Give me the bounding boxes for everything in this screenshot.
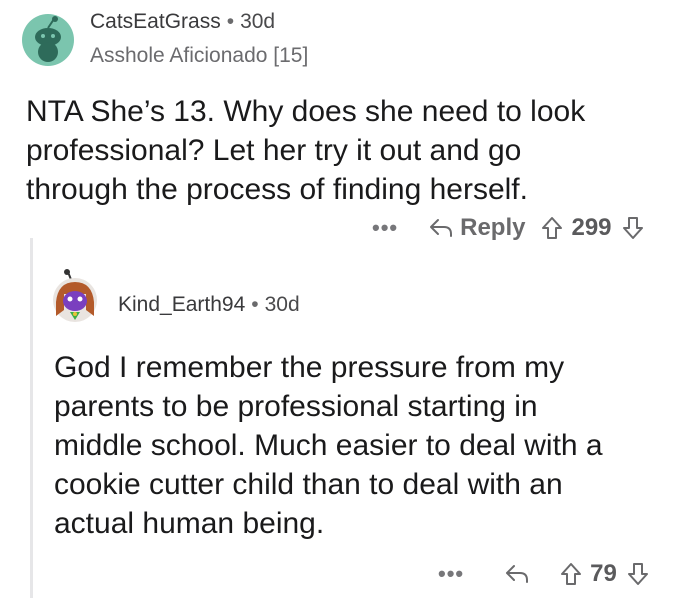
more-options-button[interactable]: ••• — [372, 215, 398, 241]
downvote-icon[interactable] — [622, 216, 644, 240]
reply-icon — [506, 565, 529, 583]
avatar[interactable] — [22, 14, 74, 66]
reply-label: Reply — [460, 214, 526, 241]
reply-avatar[interactable] — [50, 269, 100, 326]
comment-age: 30d — [240, 10, 276, 33]
more-options-button[interactable]: ••• — [438, 561, 464, 587]
reply-button[interactable]: Reply — [428, 214, 525, 242]
comment-actions: ••• Reply 299 — [372, 210, 644, 246]
comment-body: NTA She’s 13. Why does she need to look … — [26, 92, 686, 209]
vote-controls: 79 — [560, 560, 649, 588]
reply-age: 30d — [264, 293, 300, 316]
comment-body-line: through the process of finding herself. — [26, 173, 528, 206]
separator-dot: • — [251, 293, 259, 316]
comment-body-line: professional? Let her try it out and go — [26, 134, 522, 167]
comment-body-line: NTA She’s 13. Why does she need to look — [26, 95, 586, 128]
thread-line[interactable] — [30, 238, 33, 598]
reply-body-line: middle school. Much easier to deal with … — [54, 429, 603, 462]
upvote-icon[interactable] — [541, 216, 563, 240]
user-flair: Asshole Aficionado [15] — [90, 44, 309, 67]
separator-dot: • — [226, 10, 235, 33]
reply-username[interactable]: Kind_Earth94 — [118, 293, 245, 317]
reply-button[interactable] — [504, 563, 530, 585]
comment-meta: CatsEatGrass • 30d — [90, 10, 275, 34]
reply-body-line: cookie cutter child than to deal with an — [54, 468, 563, 501]
reply-body-line: parents to be professional starting in — [54, 390, 538, 423]
reply-icon — [428, 217, 454, 239]
reply-body-line: actual human being. — [54, 507, 325, 540]
reply-actions: ••• 79 — [438, 556, 649, 592]
upvote-icon[interactable] — [560, 562, 582, 586]
reply-meta: Kind_Earth94 • 30d — [118, 293, 300, 317]
vote-controls: 299 — [541, 214, 643, 242]
vote-score: 299 — [571, 214, 612, 241]
reply-body-line: God I remember the pressure from my — [54, 351, 565, 384]
reply-body: God I remember the pressure from my pare… — [54, 348, 694, 543]
username[interactable]: CatsEatGrass — [90, 10, 221, 34]
downvote-icon[interactable] — [627, 562, 649, 586]
vote-score: 79 — [590, 560, 617, 587]
